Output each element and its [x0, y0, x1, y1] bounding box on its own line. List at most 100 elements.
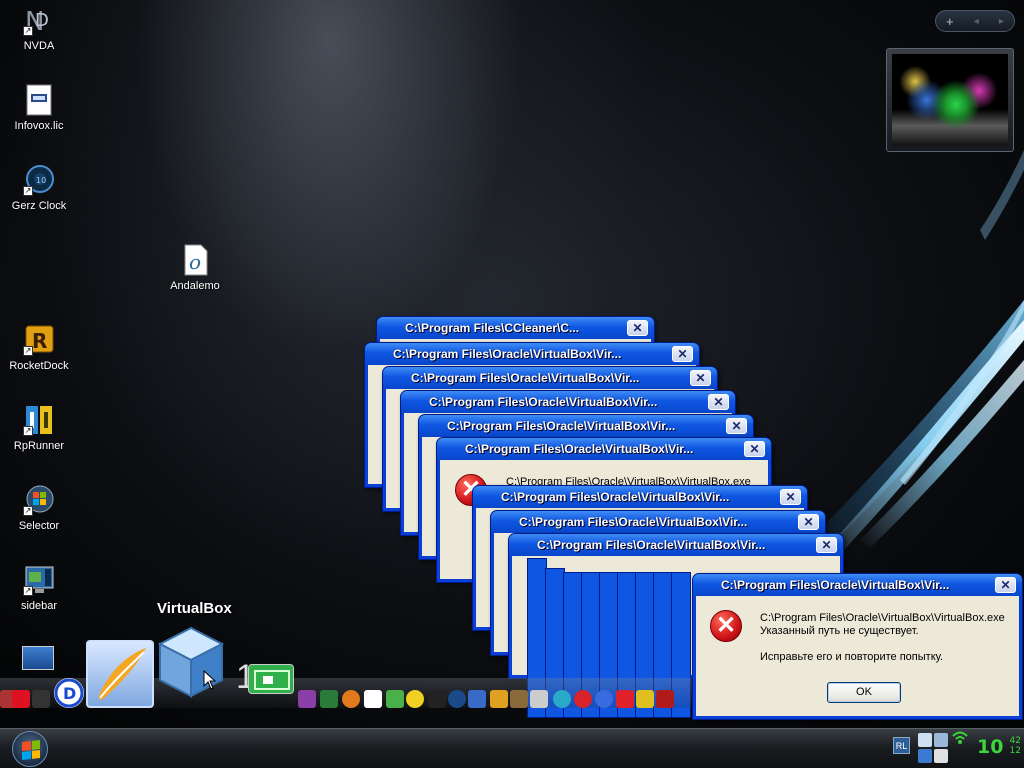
close-icon[interactable]: ✕: [816, 537, 837, 553]
dialog-title: C:\Program Files\Oracle\VirtualBox\Vir..…: [693, 574, 1022, 596]
rocketdock-icon: R ↗: [23, 324, 55, 356]
dock-item-small[interactable]: [574, 690, 592, 708]
close-icon[interactable]: ✕: [627, 320, 648, 336]
add-gadget-button[interactable]: +: [946, 14, 954, 29]
ok-button[interactable]: OK: [827, 682, 901, 703]
start-button[interactable]: [12, 731, 48, 767]
slideshow-gadget[interactable]: [886, 48, 1014, 152]
dock-item-small[interactable]: [12, 690, 30, 708]
window-title: C:\Program Files\Oracle\VirtualBox\Vir..…: [365, 343, 699, 365]
error-dialog[interactable]: C:\Program Files\Oracle\VirtualBox\Vir..…: [692, 573, 1023, 720]
desktop: ND ↗ NVDA Infovox.lic 10 ↗ Gerz Clock o …: [0, 0, 1024, 728]
dock-item-app[interactable]: D: [54, 678, 84, 708]
dock-item-small[interactable]: [616, 690, 634, 708]
dock-hover-label: VirtualBox: [157, 600, 232, 617]
dock-item-small[interactable]: [320, 690, 338, 708]
error-icon: ✕: [710, 610, 742, 642]
svg-text:o: o: [189, 250, 201, 274]
dock-item-small[interactable]: [595, 690, 613, 708]
window-title: C:\Program Files\Oracle\VirtualBox\Vir..…: [437, 438, 771, 460]
close-icon[interactable]: ✕: [995, 577, 1016, 593]
shortcut-arrow-icon: ↗: [23, 186, 33, 196]
mouse-cursor-icon: [203, 670, 217, 690]
dock-item-small[interactable]: [386, 690, 404, 708]
window-title: C:\Program Files\Oracle\VirtualBox\Vir..…: [491, 511, 825, 533]
volume-icon[interactable]: [934, 733, 948, 747]
dock-item-small[interactable]: [364, 690, 382, 708]
shortcut-arrow-icon: ↗: [23, 586, 33, 596]
dock-item-small[interactable]: [490, 690, 508, 708]
window-title: C:\Program Files\Oracle\VirtualBox\Vir..…: [383, 367, 717, 389]
dialog-message: C:\Program Files\Oracle\VirtualBox\Virtu…: [760, 612, 1005, 664]
desktop-icon-label: sidebar: [20, 600, 58, 612]
desktop-icon-nvda[interactable]: ND ↗ NVDA: [1, 4, 77, 52]
wifi-icon[interactable]: [952, 731, 968, 745]
dock-item-small[interactable]: [530, 690, 548, 708]
gadget-control-bar: + ◂ ▸: [935, 10, 1015, 32]
desktop-icon-infovox[interactable]: Infovox.lic: [1, 84, 77, 132]
clock-minutes-seconds: 42 12: [1010, 736, 1021, 756]
dock-item-small[interactable]: [656, 690, 674, 708]
close-icon[interactable]: ✕: [726, 418, 747, 434]
monitor-icon[interactable]: [918, 749, 932, 763]
desktop-icon-label: NVDA: [23, 40, 55, 52]
message-path: C:\Program Files\Oracle\VirtualBox\Virtu…: [760, 612, 1005, 624]
svg-text:10: 10: [36, 176, 46, 185]
desktop-icon-andalemo[interactable]: o Andalemo: [157, 244, 233, 292]
dock-item-small[interactable]: [406, 690, 424, 708]
close-icon[interactable]: ✕: [798, 514, 819, 530]
desktop-icon-sidebar[interactable]: ↗ sidebar: [1, 564, 77, 612]
svg-text:R: R: [32, 329, 47, 353]
desktop-icon-partial[interactable]: [22, 646, 54, 670]
dock-item-circuit[interactable]: [248, 664, 294, 694]
desktop-icon-rocketdock[interactable]: R ↗ RocketDock: [1, 324, 77, 372]
close-icon[interactable]: ✕: [708, 394, 729, 410]
network-icon[interactable]: [918, 733, 932, 747]
circuit-board-icon: [254, 670, 290, 690]
dock-item-small[interactable]: [32, 690, 50, 708]
window-title: C:\Program Files\Oracle\VirtualBox\Vir..…: [509, 534, 843, 556]
language-indicator[interactable]: RL: [893, 737, 910, 754]
windows-orb-icon: ↗: [23, 484, 55, 516]
close-icon[interactable]: ✕: [672, 346, 693, 362]
svg-text:D: D: [35, 10, 49, 31]
dock-item-small[interactable]: [553, 690, 571, 708]
prev-gadget-button[interactable]: ◂: [974, 16, 979, 27]
close-icon[interactable]: ✕: [690, 370, 711, 386]
shortcut-arrow-icon: ↗: [23, 26, 33, 36]
clock-minutes: 42: [1009, 736, 1021, 746]
desktop-icon-label: RpRunner: [13, 440, 65, 452]
clock-icon: 10 ↗: [23, 164, 55, 196]
dock-item-small[interactable]: [468, 690, 486, 708]
dock-item-small[interactable]: [448, 690, 466, 708]
safely-remove-icon[interactable]: [934, 749, 948, 763]
slideshow-image: [892, 54, 1008, 146]
desktop-icon-label: Infovox.lic: [14, 120, 64, 132]
taskbar: RL 10 42 12: [0, 728, 1024, 768]
desktop-icon-selector[interactable]: ↗ Selector: [1, 484, 77, 532]
shortcut-arrow-icon: ↗: [23, 346, 33, 356]
desktop-icon-gerz-clock[interactable]: 10 ↗ Gerz Clock: [1, 164, 77, 212]
dock-item-small[interactable]: [636, 690, 654, 708]
clock-hours: 10: [977, 736, 1004, 758]
nvda-icon: ND ↗: [23, 4, 55, 37]
dock-item-small[interactable]: [298, 690, 316, 708]
dock-item-editor[interactable]: [86, 640, 154, 708]
dock-item-small[interactable]: [510, 690, 528, 708]
clock-seconds: 12: [1009, 746, 1021, 756]
dialog-body: ✕ C:\Program Files\Oracle\VirtualBox\Vir…: [696, 596, 1019, 716]
sidebar-icon: ↗: [23, 564, 55, 596]
dock-item-small[interactable]: [428, 690, 446, 708]
system-clock[interactable]: 10 42 12: [977, 736, 1021, 758]
next-gadget-button[interactable]: ▸: [999, 16, 1004, 27]
dock-item-small[interactable]: [342, 690, 360, 708]
shortcut-arrow-icon: ↗: [23, 426, 33, 436]
rprunner-icon: ↗: [23, 404, 55, 436]
opera-file-icon: o: [179, 244, 211, 276]
windows-logo-icon: [22, 740, 40, 760]
desktop-icon-label: RocketDock: [9, 360, 69, 372]
close-icon[interactable]: ✕: [744, 441, 765, 457]
desktop-icon-rprunner[interactable]: ↗ RpRunner: [1, 404, 77, 452]
message-instruction: Исправьте его и повторите попытку.: [760, 651, 944, 663]
close-icon[interactable]: ✕: [780, 489, 801, 505]
